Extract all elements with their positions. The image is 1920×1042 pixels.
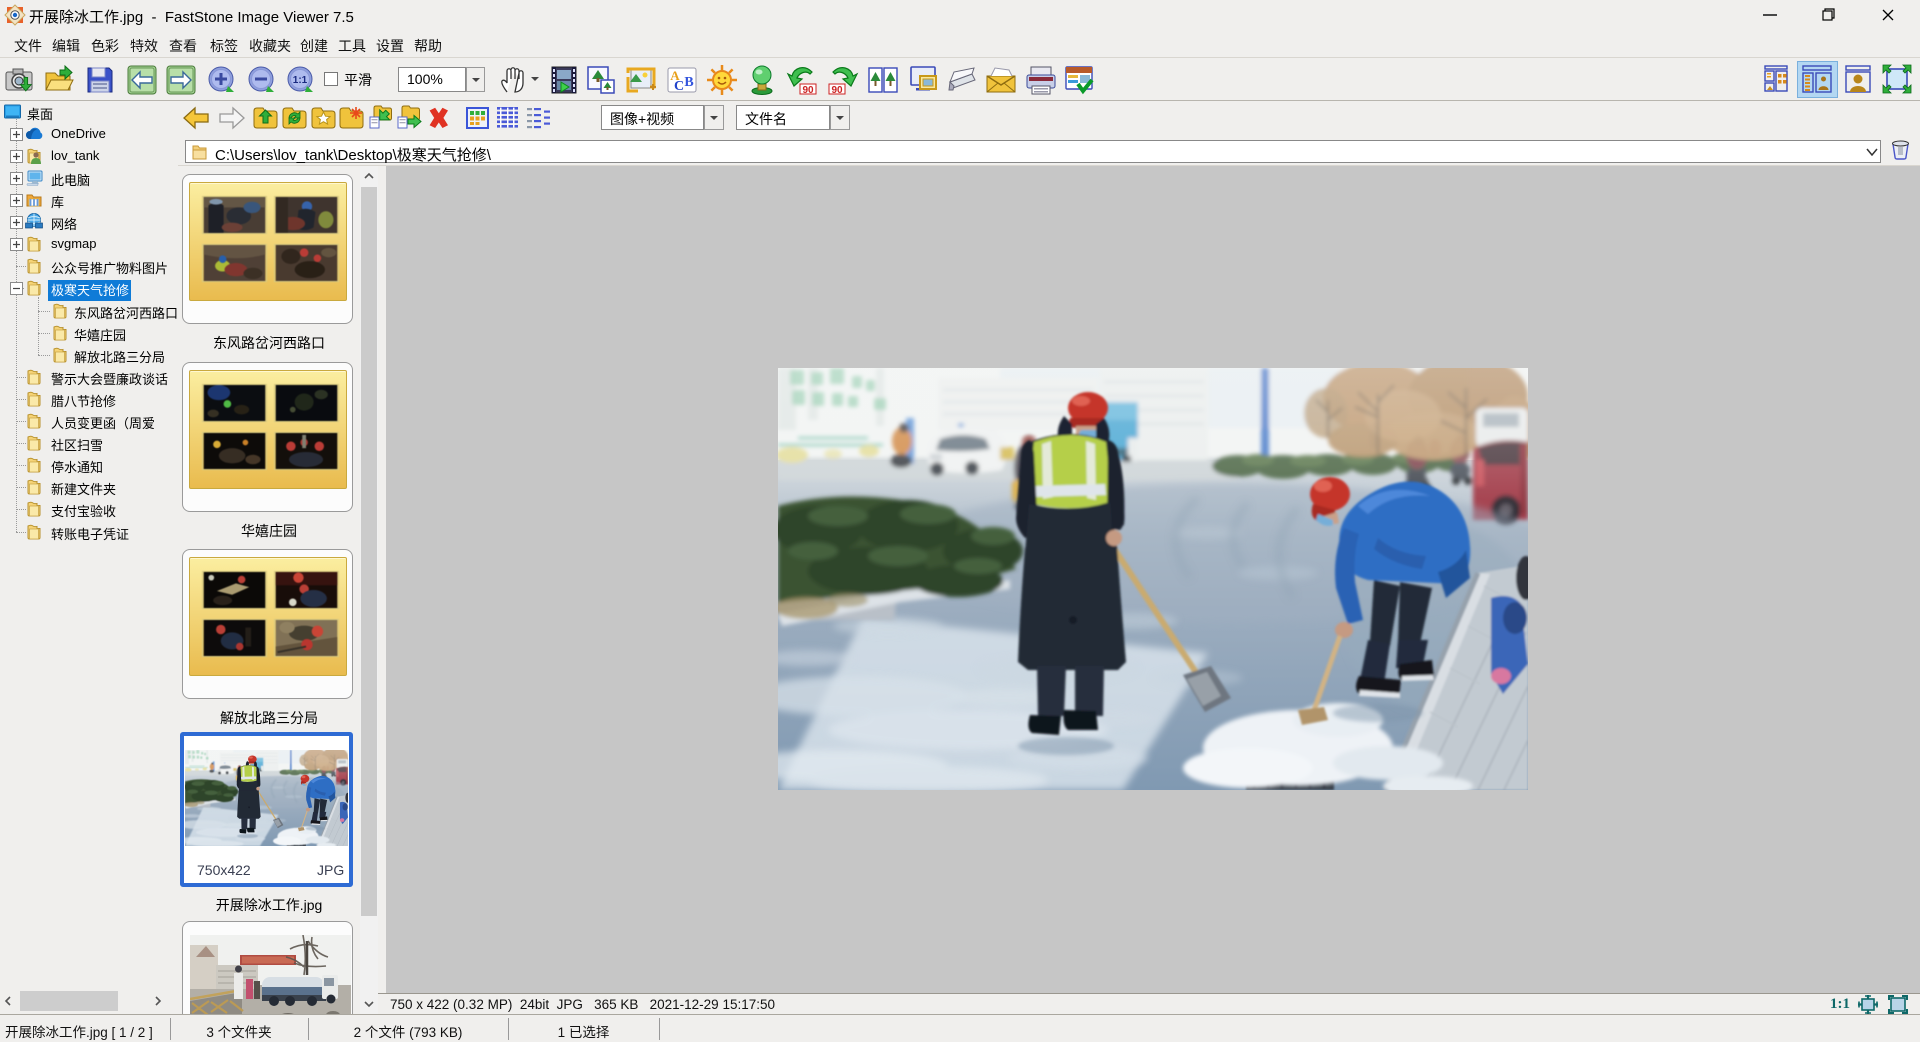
svg-text:C: C [674,79,684,94]
svg-text:90: 90 [802,85,814,96]
svg-text:B: B [684,75,693,90]
svg-text:90: 90 [831,85,843,96]
svg-text:1:1: 1:1 [293,75,308,86]
